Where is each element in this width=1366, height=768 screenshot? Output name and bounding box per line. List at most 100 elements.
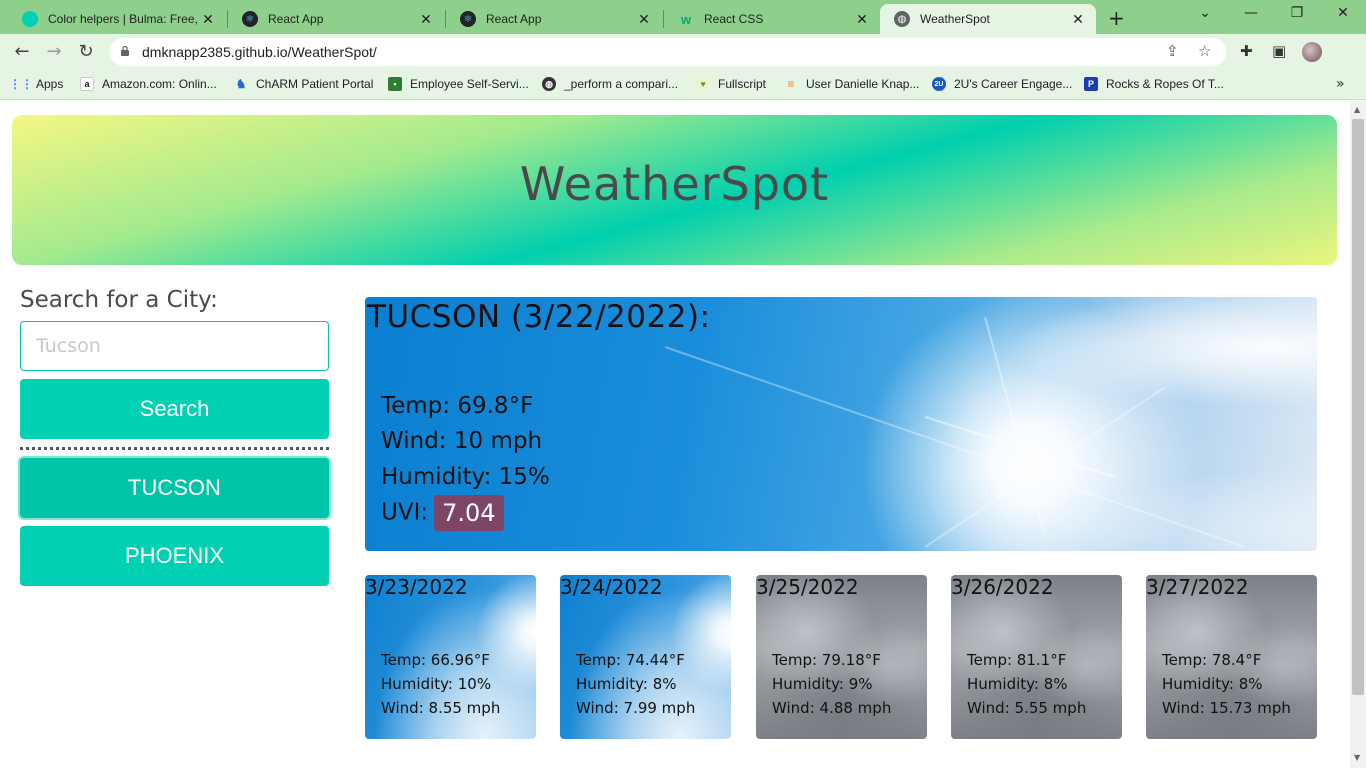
current-wind: Wind: 10 mph	[381, 428, 543, 454]
url-text: dmknapp2385.github.io/WeatherSpot/	[142, 44, 377, 60]
forecast-temp: Temp: 79.18°F	[772, 651, 881, 669]
forecast-card: 3/23/2022 Temp: 66.96°F Humidity: 10% Wi…	[365, 575, 536, 739]
search-button[interactable]: Search	[20, 379, 329, 439]
star-icon[interactable]: ☆	[1198, 42, 1211, 60]
fullscript-icon: ♥	[696, 77, 710, 91]
browser-tab-1[interactable]: ⚛ React App ✕	[228, 4, 444, 34]
scroll-down-icon[interactable]: ▼	[1354, 753, 1360, 762]
bookmark-user[interactable]: ≡ User Danielle Knap...	[784, 77, 919, 91]
close-icon[interactable]: ✕	[1068, 11, 1088, 28]
globe-icon: ◍	[542, 77, 556, 91]
lock-icon	[121, 46, 129, 56]
uvi-badge: 7.04	[434, 495, 504, 531]
2u-icon: 2U	[932, 77, 946, 91]
bookmark-2u[interactable]: 2U 2U's Career Engage...	[932, 77, 1072, 91]
back-arrow-icon[interactable]: ←	[10, 40, 34, 64]
w3schools-icon: w	[680, 11, 692, 27]
forecast-humidity: Humidity: 9%	[772, 675, 873, 693]
bookmark-employee[interactable]: ▪ Employee Self-Servi...	[388, 77, 529, 91]
current-uvi-row: UVI: 7.04	[381, 495, 504, 531]
bulma-icon	[22, 11, 38, 27]
forecast-wind: Wind: 15.73 mph	[1162, 699, 1291, 717]
city-button-phoenix[interactable]: PHOENIX	[20, 526, 329, 586]
employee-portal-icon: ▪	[388, 77, 402, 91]
bookmark-label: 2U's Career Engage...	[954, 77, 1073, 91]
react-icon: ⚛	[242, 11, 258, 27]
dotted-divider	[20, 447, 329, 450]
forecast-temp: Temp: 78.4°F	[1162, 651, 1262, 669]
search-label: Search for a City:	[20, 287, 218, 313]
side-panel-icon[interactable]: ▣	[1272, 42, 1286, 60]
header-banner: WeatherSpot	[12, 115, 1337, 265]
close-icon[interactable]: ✕	[852, 11, 872, 28]
tab-search-icon[interactable]: ⌄	[1182, 5, 1228, 21]
city-search-input[interactable]	[20, 321, 329, 371]
new-tab-icon[interactable]: +	[1108, 6, 1125, 30]
forecast-temp: Temp: 74.44°F	[576, 651, 685, 669]
reload-icon[interactable]: ↻	[74, 40, 98, 64]
bookmarks-bar: ⋮⋮ Apps a Amazon.com: Onlin... ♞ ChARM P…	[0, 70, 1366, 100]
forecast-card: 3/27/2022 Temp: 78.4°F Humidity: 8% Wind…	[1146, 575, 1317, 739]
bookmark-perform[interactable]: ◍ _perform a compari...	[542, 77, 678, 91]
current-humidity: Humidity: 15%	[381, 464, 550, 490]
restore-icon[interactable]: ❐	[1274, 5, 1320, 21]
tab-title: WeatherSpot	[920, 12, 990, 26]
globe-icon: ◍	[894, 11, 910, 27]
city-button-tucson[interactable]: TUCSON	[20, 458, 329, 518]
tab-title: React App	[268, 12, 324, 26]
profile-avatar[interactable]	[1302, 42, 1322, 62]
window-close-icon[interactable]: ✕	[1320, 5, 1366, 21]
browser-tab-3[interactable]: w React CSS ✕	[664, 4, 880, 34]
page-content: WeatherSpot Search for a City: Search TU…	[0, 101, 1350, 768]
bookmark-label: Employee Self-Servi...	[410, 77, 529, 91]
forecast-date: 3/26/2022	[951, 575, 1054, 599]
close-icon[interactable]: ✕	[416, 11, 436, 28]
minimize-icon[interactable]: —	[1228, 5, 1274, 21]
charm-icon: ♞	[235, 77, 247, 91]
forecast-humidity: Humidity: 8%	[576, 675, 677, 693]
forecast-card: 3/24/2022 Temp: 74.44°F Humidity: 8% Win…	[560, 575, 731, 739]
forecast-temp: Temp: 81.1°F	[967, 651, 1067, 669]
extensions-icon[interactable]: ✚	[1240, 42, 1253, 60]
chevron-right-icon[interactable]: »	[1336, 76, 1345, 92]
vertical-scrollbar[interactable]: ▲ ▼	[1350, 101, 1366, 768]
forecast-wind: Wind: 8.55 mph	[381, 699, 501, 717]
tab-strip: Color helpers | Bulma: Free, o ✕ ⚛ React…	[0, 0, 1366, 34]
bookmark-charm[interactable]: ♞ ChARM Patient Portal	[234, 77, 374, 91]
forecast-card: 3/26/2022 Temp: 81.1°F Humidity: 8% Wind…	[951, 575, 1122, 739]
scroll-up-icon[interactable]: ▲	[1354, 105, 1360, 114]
forecast-humidity: Humidity: 8%	[967, 675, 1068, 693]
app-title: WeatherSpot	[519, 157, 830, 211]
bookmark-apps[interactable]: ⋮⋮ Apps	[9, 77, 63, 91]
bookmark-label: Fullscript	[718, 77, 767, 91]
bookmark-rocks[interactable]: P Rocks & Ropes Of T...	[1084, 77, 1224, 91]
forecast-humidity: Humidity: 10%	[381, 675, 492, 693]
forecast-date: 3/24/2022	[560, 575, 663, 599]
bookmark-amazon[interactable]: a Amazon.com: Onlin...	[80, 77, 217, 91]
browser-tab-0[interactable]: Color helpers | Bulma: Free, o ✕	[8, 4, 226, 34]
address-bar[interactable]: dmknapp2385.github.io/WeatherSpot/ ⇪ ☆	[110, 38, 1226, 66]
bookmark-fullscript[interactable]: ♥ Fullscript	[696, 77, 766, 91]
bookmark-label: Rocks & Ropes Of T...	[1106, 77, 1224, 91]
stackoverflow-icon: ≡	[787, 77, 795, 91]
forecast-wind: Wind: 7.99 mph	[576, 699, 696, 717]
scrollbar-thumb[interactable]	[1352, 119, 1364, 695]
browser-tab-4[interactable]: ◍ WeatherSpot ✕	[880, 4, 1096, 34]
rocks-ropes-icon: P	[1084, 77, 1098, 91]
forecast-wind: Wind: 5.55 mph	[967, 699, 1087, 717]
close-icon[interactable]: ✕	[634, 11, 654, 28]
uvi-label: UVI:	[381, 499, 429, 526]
share-icon[interactable]: ⇪	[1166, 42, 1179, 60]
tab-title: Color helpers | Bulma: Free, o	[48, 12, 198, 26]
bookmark-label: ChARM Patient Portal	[256, 77, 374, 91]
forward-arrow-icon[interactable]: →	[42, 40, 66, 64]
forecast-temp: Temp: 66.96°F	[381, 651, 490, 669]
close-icon[interactable]: ✕	[198, 11, 218, 28]
current-temp: Temp: 69.8°F	[381, 393, 534, 419]
current-weather-card: TUCSON (3/22/2022): Temp: 69.8°F Wind: 1…	[365, 297, 1317, 551]
forecast-date: 3/23/2022	[365, 575, 468, 599]
bookmark-label: _perform a compari...	[564, 77, 679, 91]
forecast-wind: Wind: 4.88 mph	[772, 699, 892, 717]
browser-tab-2[interactable]: ⚛ React App ✕	[446, 4, 662, 34]
apps-grid-icon: ⋮⋮	[9, 77, 33, 91]
